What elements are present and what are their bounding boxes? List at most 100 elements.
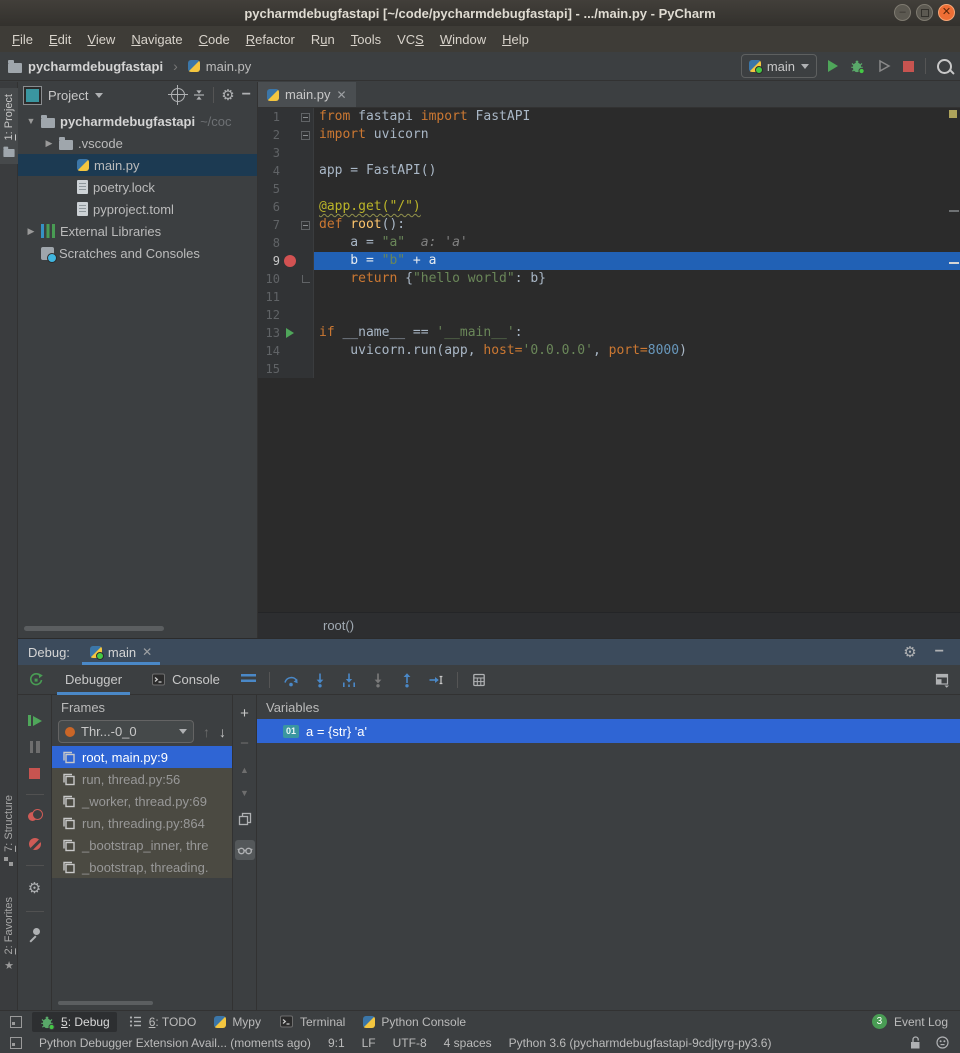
pause-icon[interactable] bbox=[30, 741, 40, 753]
code-area[interactable]: 1from fastapi import FastAPI2import uvic… bbox=[258, 108, 960, 378]
gutter[interactable]: 4 bbox=[258, 162, 314, 180]
code-text[interactable]: def root(): bbox=[314, 216, 960, 234]
mute-breakpoints-icon[interactable] bbox=[29, 838, 41, 850]
close-tab-icon[interactable]: ✕ bbox=[337, 88, 347, 102]
next-frame-icon[interactable]: ↓ bbox=[219, 725, 226, 739]
gutter[interactable]: 10 bbox=[258, 270, 314, 288]
frame-row[interactable]: root, main.py:9 bbox=[52, 746, 232, 768]
code-text[interactable] bbox=[314, 360, 960, 378]
menu-window[interactable]: Window bbox=[432, 29, 494, 50]
move-up-icon[interactable]: ▲ bbox=[240, 765, 249, 775]
tree-item-pyproject-toml[interactable]: pyproject.toml bbox=[18, 198, 257, 220]
tab-debugger[interactable]: Debugger bbox=[57, 665, 130, 695]
horizontal-scrollbar[interactable] bbox=[58, 1001, 153, 1005]
close-session-icon[interactable]: ✕ bbox=[142, 645, 152, 659]
gutter[interactable]: 7 bbox=[258, 216, 314, 234]
breadcrumb-file[interactable]: main.py bbox=[206, 59, 252, 74]
stripe-tab-favorites[interactable]: 2: Favorites ★ bbox=[0, 897, 18, 972]
expander-icon[interactable]: ▶ bbox=[26, 226, 36, 237]
code-line-6[interactable]: 6@app.get("/") bbox=[258, 198, 960, 216]
code-text[interactable] bbox=[314, 144, 960, 162]
stop-icon[interactable] bbox=[29, 768, 40, 779]
tool-window-toggle-icon[interactable] bbox=[10, 1016, 22, 1028]
chevron-down-icon[interactable] bbox=[95, 93, 103, 98]
hide-panel-icon[interactable]: − bbox=[935, 644, 944, 660]
menu-refactor[interactable]: Refactor bbox=[238, 29, 303, 50]
variable-row[interactable]: 01a = {str} 'a' bbox=[257, 719, 960, 743]
minimize-button[interactable]: – bbox=[894, 4, 911, 21]
close-button[interactable]: ✕ bbox=[938, 4, 955, 21]
frame-row[interactable]: _bootstrap, threading. bbox=[52, 856, 232, 878]
menu-view[interactable]: View bbox=[79, 29, 123, 50]
show-watches-icon[interactable] bbox=[235, 840, 255, 860]
line-ending[interactable]: LF bbox=[362, 1036, 376, 1050]
gutter[interactable]: 14 bbox=[258, 342, 314, 360]
frame-row[interactable]: _worker, thread.py:69 bbox=[52, 790, 232, 812]
file-encoding[interactable]: UTF-8 bbox=[393, 1036, 427, 1050]
run-configuration-select[interactable]: main bbox=[741, 54, 817, 78]
breadcrumb-project[interactable]: pycharmdebugfastapi bbox=[28, 59, 163, 74]
add-watch-icon[interactable]: + bbox=[240, 705, 249, 722]
tool-window-toggle-icon[interactable] bbox=[10, 1037, 22, 1049]
menu-navigate[interactable]: Navigate bbox=[123, 29, 190, 50]
fold-marker-icon[interactable] bbox=[301, 113, 310, 122]
fold-marker-icon[interactable] bbox=[301, 221, 310, 230]
locate-file-icon[interactable] bbox=[171, 88, 185, 102]
event-log-button[interactable]: 3Event Log bbox=[872, 1014, 960, 1029]
menu-code[interactable]: Code bbox=[191, 29, 238, 50]
move-down-icon[interactable]: ▼ bbox=[240, 788, 249, 798]
gutter[interactable]: 11 bbox=[258, 288, 314, 306]
code-text[interactable]: if __name__ == '__main__': bbox=[314, 324, 960, 342]
project-panel-title[interactable]: Project bbox=[48, 88, 88, 103]
frame-row[interactable]: run, threading.py:864 bbox=[52, 812, 232, 834]
code-text[interactable]: app = FastAPI() bbox=[314, 162, 960, 180]
breadcrumb-function[interactable]: root() bbox=[323, 618, 354, 633]
inspection-indicator[interactable] bbox=[949, 110, 957, 118]
code-text[interactable]: import uvicorn bbox=[314, 126, 960, 144]
thread-selector[interactable]: Thr...-0_0 bbox=[58, 720, 194, 743]
code-text[interactable]: @app.get("/") bbox=[314, 198, 960, 216]
tree-item-external-libraries[interactable]: ▶External Libraries bbox=[18, 220, 257, 242]
step-into-icon[interactable] bbox=[312, 672, 328, 688]
menu-tools[interactable]: Tools bbox=[343, 29, 389, 50]
toolwindow-5-debug[interactable]: 5: Debug bbox=[32, 1012, 117, 1032]
toolwindow-mypy[interactable]: Mypy bbox=[207, 1013, 268, 1031]
gutter[interactable]: 6 bbox=[258, 198, 314, 216]
frame-row[interactable]: _bootstrap_inner, thre bbox=[52, 834, 232, 856]
gutter[interactable]: 9 bbox=[258, 252, 314, 270]
frame-row[interactable]: run, thread.py:56 bbox=[52, 768, 232, 790]
lock-icon[interactable] bbox=[908, 1035, 922, 1050]
code-line-10[interactable]: 10 return {"hello world": b} bbox=[258, 270, 960, 288]
tree-item--vscode[interactable]: ▶.vscode bbox=[18, 132, 257, 154]
code-line-5[interactable]: 5 bbox=[258, 180, 960, 198]
fold-end-icon[interactable] bbox=[302, 275, 310, 283]
editor-tab-main-py[interactable]: main.py ✕ bbox=[258, 82, 356, 107]
stop-button[interactable] bbox=[903, 61, 914, 72]
gear-icon[interactable]: ⚙ bbox=[221, 88, 234, 103]
remove-watch-icon[interactable]: − bbox=[240, 735, 249, 752]
gutter[interactable]: 12 bbox=[258, 306, 314, 324]
tree-item-scratches-and-consoles[interactable]: Scratches and Consoles bbox=[18, 242, 257, 264]
code-line-7[interactable]: 7def root(): bbox=[258, 216, 960, 234]
menu-run[interactable]: Run bbox=[303, 29, 343, 50]
gutter[interactable]: 2 bbox=[258, 126, 314, 144]
python-interpreter[interactable]: Python 3.6 (pycharmdebugfastapi-9cdjtyrg… bbox=[509, 1036, 772, 1050]
hide-panel-icon[interactable]: − bbox=[242, 87, 251, 103]
step-out-icon[interactable] bbox=[399, 672, 415, 688]
menu-vcs[interactable]: VCS bbox=[389, 29, 432, 50]
expander-icon[interactable]: ▶ bbox=[44, 138, 54, 149]
indent-setting[interactable]: 4 spaces bbox=[444, 1036, 492, 1050]
stripe-tab-project[interactable]: 1: Project bbox=[0, 88, 18, 164]
force-step-into-icon[interactable] bbox=[370, 672, 386, 688]
stripe-tab-structure[interactable]: 7: Structure bbox=[0, 795, 18, 867]
gear-icon[interactable]: ⚙ bbox=[903, 645, 916, 660]
code-line-13[interactable]: 13if __name__ == '__main__': bbox=[258, 324, 960, 342]
previous-frame-icon[interactable]: ↑ bbox=[203, 725, 210, 739]
collapse-all-icon[interactable] bbox=[192, 88, 206, 102]
code-text[interactable]: b = "b" + a bbox=[314, 252, 960, 270]
gutter[interactable]: 3 bbox=[258, 144, 314, 162]
code-line-11[interactable]: 11 bbox=[258, 288, 960, 306]
view-breakpoints-icon[interactable] bbox=[28, 812, 37, 821]
gutter[interactable]: 1 bbox=[258, 108, 314, 126]
threads-view-icon[interactable] bbox=[241, 674, 256, 685]
